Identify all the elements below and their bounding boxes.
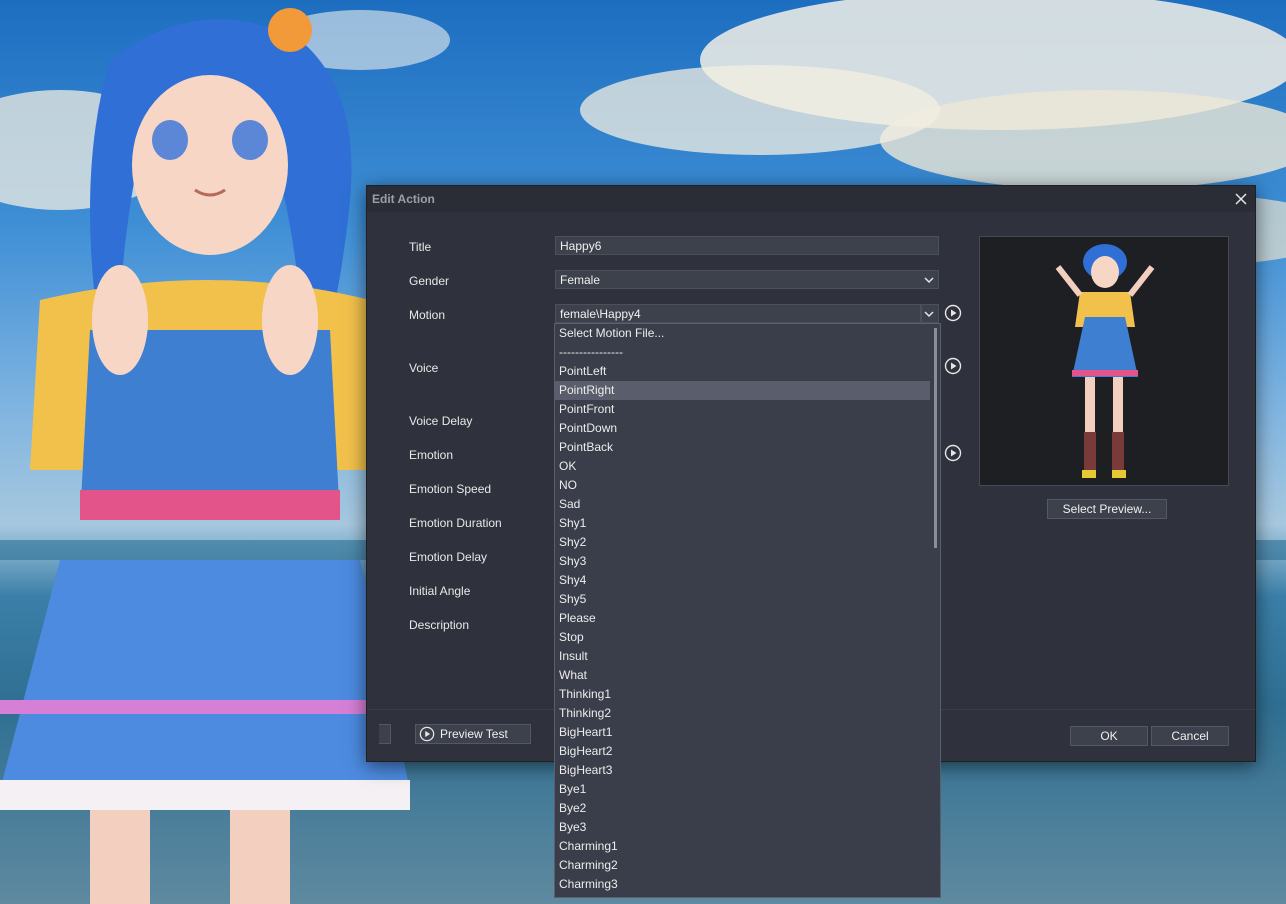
motion-option[interactable]: NO <box>555 476 930 495</box>
title-label: Title <box>409 240 432 254</box>
motion-option[interactable]: Stop <box>555 628 930 647</box>
motion-option[interactable]: Charming1 <box>555 837 930 856</box>
voice-label: Voice <box>409 361 439 375</box>
chevron-down-icon <box>924 311 934 318</box>
motion-option[interactable]: Charming3 <box>555 875 930 894</box>
anime-character-avatar <box>0 8 410 904</box>
description-label: Description <box>409 618 470 632</box>
motion-dropdown-toggle[interactable] <box>921 304 939 323</box>
motion-label: Motion <box>409 308 446 322</box>
motion-option[interactable]: BigHeart3 <box>555 761 930 780</box>
motion-option[interactable]: PointLeft <box>555 362 930 381</box>
title-input-value: Happy6 <box>560 239 602 253</box>
motion-option[interactable]: Bye2 <box>555 799 930 818</box>
dialog-titlebar: Edit Action <box>367 186 1255 212</box>
stop-button[interactable] <box>379 724 391 744</box>
motion-option[interactable]: Bye3 <box>555 818 930 837</box>
motion-select[interactable]: female\Happy4 <box>555 304 921 323</box>
motion-option[interactable]: Select Motion File... <box>555 324 930 343</box>
motion-option[interactable]: Insult <box>555 647 930 666</box>
motion-option[interactable]: PointRight <box>555 381 930 400</box>
motion-select-value: female\Happy4 <box>560 307 641 321</box>
preview-test-label: Preview Test <box>440 727 508 741</box>
motion-option[interactable]: Shy1 <box>555 514 930 533</box>
dropdown-scrollbar[interactable] <box>934 328 937 548</box>
motion-option[interactable]: Shy5 <box>555 590 930 609</box>
preview-test-button[interactable]: Preview Test <box>415 724 531 744</box>
motion-option[interactable]: Sad <box>555 495 930 514</box>
gender-select-value: Female <box>560 273 601 287</box>
motion-option[interactable]: BigHeart2 <box>555 742 930 761</box>
motion-option[interactable]: Please <box>555 609 930 628</box>
emotion-label: Emotion <box>409 448 454 462</box>
play-circle-icon <box>419 726 435 742</box>
title-input[interactable]: Happy6 <box>555 236 939 255</box>
motion-option[interactable]: Thinking2 <box>555 704 930 723</box>
motion-option[interactable]: OK <box>555 457 930 476</box>
gender-label: Gender <box>409 274 450 288</box>
motion-option[interactable]: Thinking1 <box>555 685 930 704</box>
cancel-button[interactable]: Cancel <box>1151 726 1229 746</box>
voice-delay-label: Voice Delay <box>409 414 473 428</box>
emotion-duration-label: Emotion Duration <box>409 516 502 530</box>
motion-play-icon[interactable] <box>944 304 962 322</box>
motion-option[interactable]: Shy2 <box>555 533 930 552</box>
motion-option[interactable]: Bye1 <box>555 780 930 799</box>
dialog-title: Edit Action <box>372 192 435 206</box>
motion-option[interactable]: ---------------- <box>555 343 930 362</box>
initial-angle-label: Initial Angle <box>409 584 471 598</box>
preview-character-thumbnail <box>1055 244 1155 478</box>
motion-option[interactable]: Shy3 <box>555 552 930 571</box>
motion-option[interactable]: What <box>555 666 930 685</box>
emotion-play-icon[interactable] <box>944 444 962 462</box>
select-preview-button[interactable]: Select Preview... <box>1047 499 1167 519</box>
motion-option[interactable]: PointDown <box>555 419 930 438</box>
emotion-delay-label: Emotion Delay <box>409 550 488 564</box>
motion-option[interactable]: BigHeart1 <box>555 723 930 742</box>
preview-image <box>979 236 1229 486</box>
motion-option[interactable]: PointFront <box>555 400 930 419</box>
close-icon[interactable] <box>1231 189 1251 209</box>
motion-dropdown-list[interactable]: Select Motion File... ---------------- Poi… <box>554 323 941 898</box>
chevron-down-icon <box>924 277 934 284</box>
motion-option[interactable]: Shy4 <box>555 571 930 590</box>
motion-option[interactable]: Charming2 <box>555 856 930 875</box>
gender-select[interactable]: Female <box>555 270 939 289</box>
motion-dropdown-items: Select Motion File... ---------------- Poi… <box>555 324 940 894</box>
motion-option[interactable]: PointBack <box>555 438 930 457</box>
ok-button[interactable]: OK <box>1070 726 1148 746</box>
voice-play-icon[interactable] <box>944 357 962 375</box>
emotion-speed-label: Emotion Speed <box>409 482 492 496</box>
